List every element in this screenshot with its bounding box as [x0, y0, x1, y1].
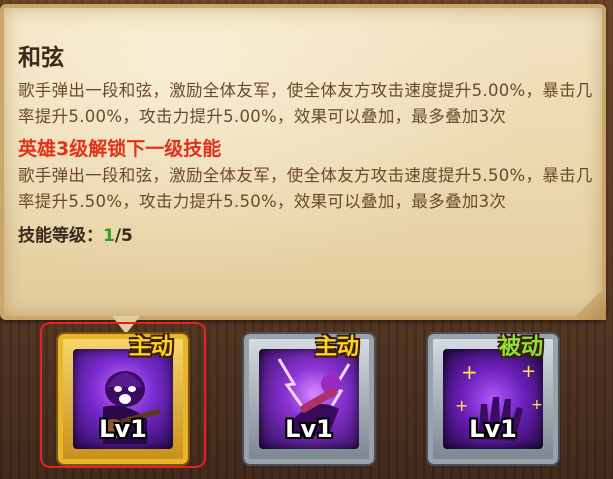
svg-text:+: +: [461, 360, 478, 384]
skill-slot-2[interactable]: 主动 Lv1: [244, 334, 374, 464]
skill-3-type-tag: 被动: [498, 335, 543, 360]
tooltip-content: 和弦 歌手弹出一段和弦，激励全体友军，使全体友方攻击速度提升5.00%，暴击几率…: [18, 38, 598, 246]
svg-text:+: +: [455, 396, 468, 415]
svg-text:+: +: [531, 397, 543, 413]
next-level-unlock-header: 英雄3级解锁下一级技能: [18, 138, 222, 160]
skill-level-row: 技能等级：1/5: [18, 221, 598, 246]
skill-2-level: Lv1: [285, 415, 333, 443]
selected-slot-highlight: [40, 322, 206, 468]
skill-level-label: 技能等级：: [18, 226, 103, 246]
skill-level-current: 1: [103, 226, 115, 246]
next-level-description: 歌手弹出一段和弦，激励全体友军，使全体友方攻击速度提升5.50%，暴击几率提升5…: [18, 166, 593, 211]
skill-slot-3[interactable]: + + + + 被动 Lv1: [428, 334, 558, 464]
svg-text:+: +: [521, 361, 536, 382]
skill-tooltip: 和弦 歌手弹出一段和弦，激励全体友军，使全体友方攻击速度提升5.00%，暴击几率…: [0, 4, 606, 334]
skill-3-level: Lv1: [469, 415, 517, 443]
skill-level-max: /5: [114, 226, 133, 246]
current-skill-description: 歌手弹出一段和弦，激励全体友军，使全体友方攻击速度提升5.00%，暴击几率提升5…: [18, 81, 593, 126]
skill-name: 和弦: [18, 45, 64, 71]
skill-2-type-tag: 主动: [314, 335, 359, 360]
page-curl-decoration: [572, 286, 606, 320]
